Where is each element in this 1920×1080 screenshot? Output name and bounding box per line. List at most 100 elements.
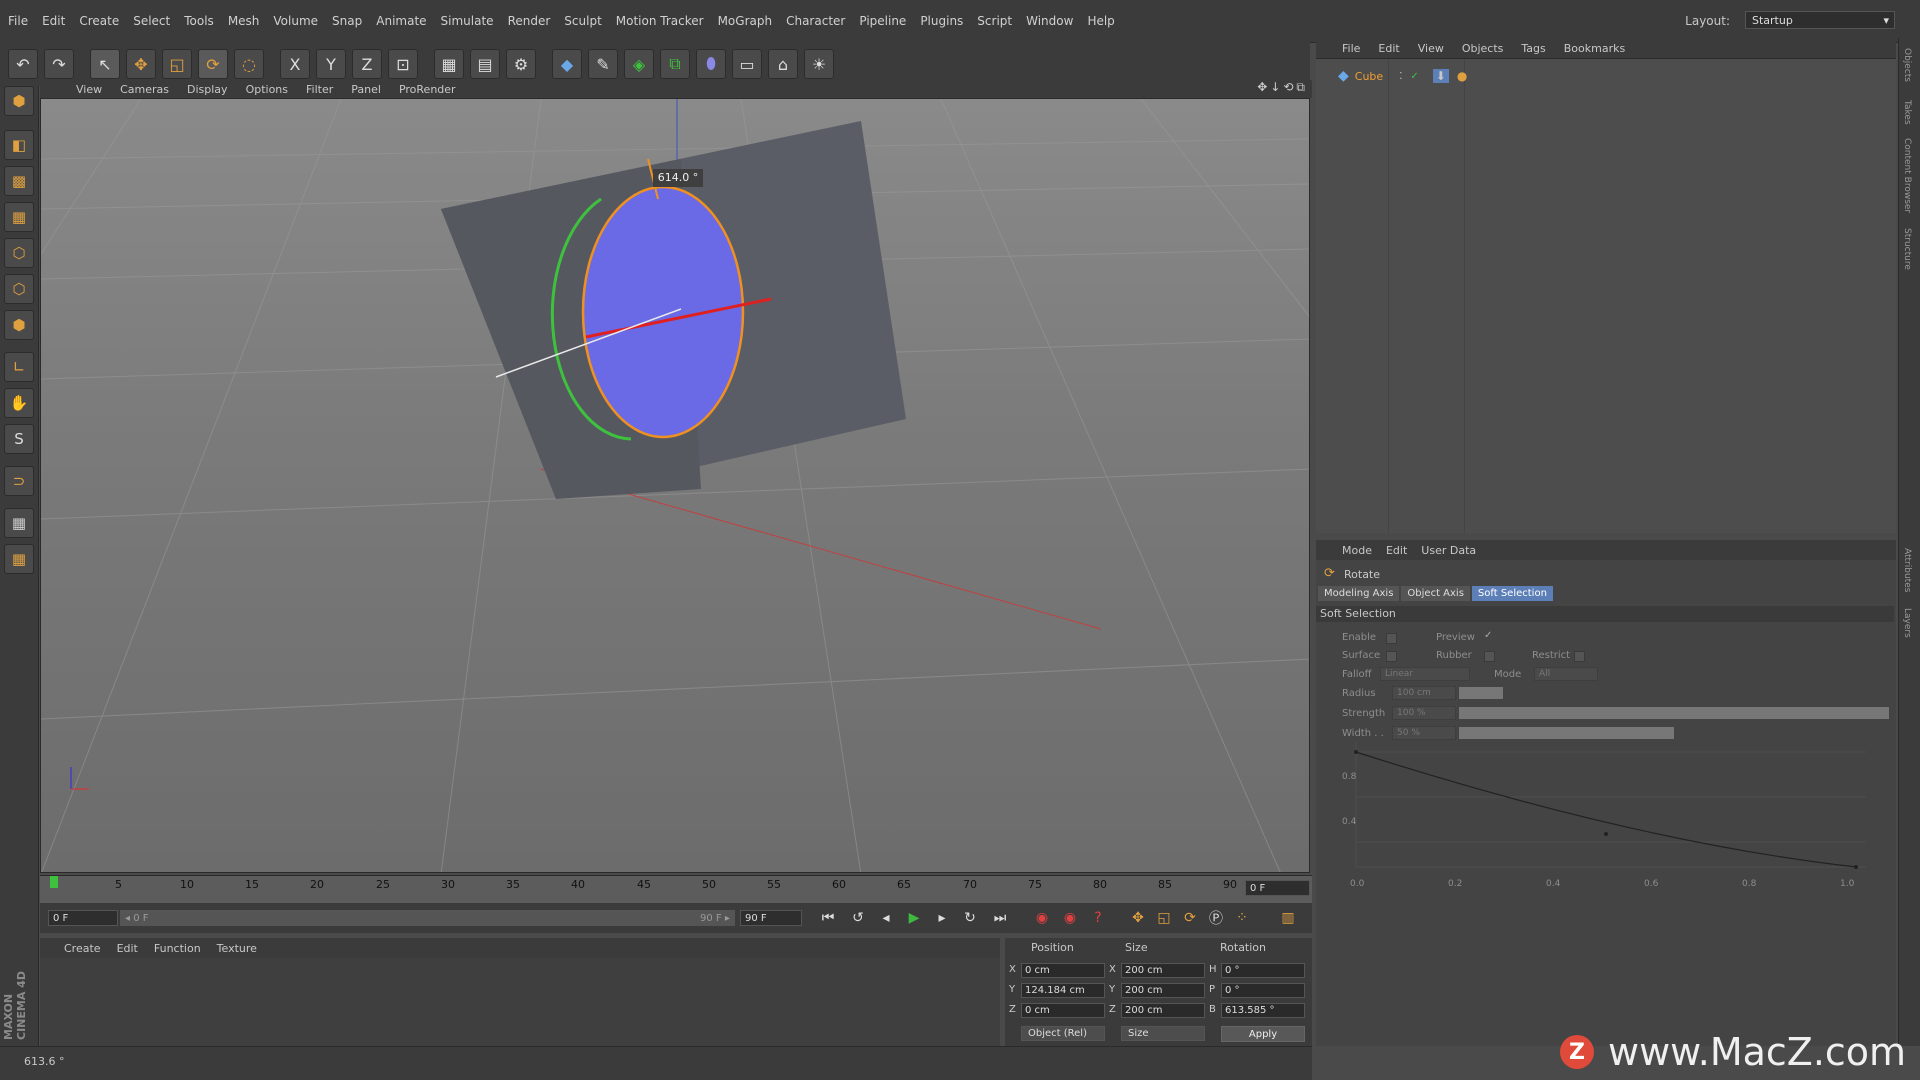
- menu-mesh[interactable]: Mesh: [228, 14, 260, 28]
- subdivision-icon[interactable]: ◈: [624, 49, 654, 79]
- falloff-graph[interactable]: 0.8 0.4 0.0 0.2 0.4 0.6 0.8 1.0: [1336, 742, 1876, 892]
- om-menu-tags[interactable]: Tags: [1521, 42, 1545, 55]
- material-tag-icon[interactable]: ●: [1457, 69, 1467, 83]
- coordinate-system-icon[interactable]: ⊡: [388, 49, 418, 79]
- camera-icon[interactable]: ⌂: [768, 49, 798, 79]
- om-menu-view[interactable]: View: [1418, 42, 1444, 55]
- strength-slider[interactable]: [1459, 707, 1889, 719]
- points-mode-icon[interactable]: ⬡: [4, 238, 34, 268]
- om-menu-objects[interactable]: Objects: [1462, 42, 1504, 55]
- planar-workplane-icon[interactable]: ▦: [4, 544, 34, 574]
- curve-knot[interactable]: [1354, 750, 1358, 754]
- tab-content-browser[interactable]: Content Browser: [1902, 138, 1912, 213]
- recent-tools-icon[interactable]: ◌: [234, 49, 264, 79]
- tab-objects[interactable]: Objects: [1902, 48, 1912, 82]
- menu-file[interactable]: File: [8, 14, 28, 28]
- preview-checkbox[interactable]: ✓: [1484, 630, 1492, 641]
- om-menu-edit[interactable]: Edit: [1378, 42, 1399, 55]
- cloner-icon[interactable]: ⧉: [660, 49, 690, 79]
- coordinate-mode-dropdown[interactable]: Object (Rel): [1021, 1026, 1105, 1041]
- tag-icon[interactable]: ⬇: [1432, 69, 1449, 83]
- tab-modeling-axis[interactable]: Modeling Axis: [1318, 586, 1400, 601]
- keyframe-selection-icon[interactable]: ?: [1086, 906, 1110, 930]
- previous-frame-icon[interactable]: ◂: [874, 906, 898, 930]
- material-menu-texture[interactable]: Texture: [217, 942, 257, 955]
- size-y-field[interactable]: 200 cm: [1121, 983, 1205, 998]
- viewport-menu-filter[interactable]: Filter: [306, 83, 333, 96]
- material-manager-area[interactable]: [40, 958, 1000, 1046]
- material-menu-function[interactable]: Function: [154, 942, 201, 955]
- viewport-navigation-icons[interactable]: ✥↓⟲⧉: [1257, 80, 1308, 95]
- menu-volume[interactable]: Volume: [273, 14, 318, 28]
- tweak-mode-icon[interactable]: ✋: [4, 388, 34, 418]
- menu-character[interactable]: Character: [786, 14, 845, 28]
- record-parameter-icon[interactable]: Ⓟ: [1204, 906, 1228, 930]
- record-rotation-icon[interactable]: ⟳: [1178, 906, 1202, 930]
- tab-structure[interactable]: Structure: [1902, 228, 1912, 270]
- polygons-mode-icon[interactable]: ⬢: [4, 310, 34, 340]
- rotate-icon[interactable]: ⟳: [198, 49, 228, 79]
- play-icon[interactable]: ▶: [902, 906, 926, 930]
- tab-attributes[interactable]: Attributes: [1902, 548, 1912, 592]
- timeline-ruler[interactable]: 0 5 10 15 20 25 30 35 40 45 50 55 60 65 …: [40, 875, 1312, 904]
- size-x-field[interactable]: 200 cm: [1121, 963, 1205, 978]
- go-to-end-icon[interactable]: ⏭: [988, 906, 1012, 930]
- model-mode-icon[interactable]: ◧: [4, 130, 34, 160]
- rotation-p-field[interactable]: 0 °: [1221, 983, 1305, 998]
- viewport-menu-display[interactable]: Display: [187, 83, 228, 96]
- record-active-objects-icon[interactable]: ◉: [1030, 906, 1054, 930]
- menu-select[interactable]: Select: [133, 14, 170, 28]
- solo-icon[interactable]: S: [4, 424, 34, 454]
- next-key-icon[interactable]: ↻: [958, 906, 982, 930]
- rotation-h-field[interactable]: 0 °: [1221, 963, 1305, 978]
- workplane-icon[interactable]: ▦: [4, 202, 34, 232]
- record-position-icon[interactable]: ✥: [1126, 906, 1150, 930]
- preview-range-slider[interactable]: [215, 910, 735, 926]
- viewport-menu-cameras[interactable]: Cameras: [120, 83, 169, 96]
- menu-tools[interactable]: Tools: [184, 14, 214, 28]
- menu-script[interactable]: Script: [977, 14, 1012, 28]
- playhead[interactable]: [50, 876, 58, 888]
- apply-button[interactable]: Apply: [1221, 1026, 1305, 1042]
- menu-sculpt[interactable]: Sculpt: [564, 14, 601, 28]
- width-slider[interactable]: [1459, 727, 1674, 739]
- surface-checkbox[interactable]: [1386, 651, 1397, 662]
- om-menu-file[interactable]: File: [1342, 42, 1360, 55]
- tab-soft-selection[interactable]: Soft Selection: [1471, 586, 1553, 601]
- edit-render-settings-icon[interactable]: ⚙: [506, 49, 536, 79]
- menu-pipeline[interactable]: Pipeline: [859, 14, 906, 28]
- go-to-start-icon[interactable]: ⏮: [816, 906, 840, 930]
- width-field[interactable]: 50 %: [1392, 726, 1456, 740]
- record-scale-icon[interactable]: ◱: [1152, 906, 1176, 930]
- z-axis-lock-button[interactable]: Z: [352, 49, 382, 79]
- menu-mograph[interactable]: MoGraph: [718, 14, 773, 28]
- max-frame-field[interactable]: 90 F: [740, 910, 802, 926]
- record-point-level-icon[interactable]: ⁘: [1230, 906, 1254, 930]
- menu-motion-tracker[interactable]: Motion Tracker: [616, 14, 704, 28]
- rotation-b-field[interactable]: 613.585 °: [1221, 1003, 1305, 1018]
- menu-create[interactable]: Create: [79, 14, 119, 28]
- position-z-field[interactable]: 0 cm: [1021, 1003, 1105, 1018]
- snap-icon[interactable]: ⊃: [4, 466, 34, 496]
- falloff-dropdown[interactable]: Linear: [1380, 667, 1470, 681]
- render-to-picture-viewer-icon[interactable]: ▤: [470, 49, 500, 79]
- cube-primitive-icon[interactable]: ◆: [552, 49, 582, 79]
- y-axis-lock-button[interactable]: Y: [316, 49, 346, 79]
- viewport-menu-panel[interactable]: Panel: [351, 83, 381, 96]
- size-z-field[interactable]: 200 cm: [1121, 1003, 1205, 1018]
- object-name[interactable]: Cube: [1355, 70, 1383, 83]
- render-view-icon[interactable]: ▦: [434, 49, 464, 79]
- attr-menu-mode[interactable]: Mode: [1342, 544, 1372, 557]
- radius-field[interactable]: 100 cm: [1392, 686, 1456, 700]
- move-icon[interactable]: ✥: [126, 49, 156, 79]
- attr-menu-user-data[interactable]: User Data: [1421, 544, 1476, 557]
- viewport-menu-prorender[interactable]: ProRender: [399, 83, 456, 96]
- menu-render[interactable]: Render: [508, 14, 551, 28]
- object-row-cube[interactable]: ◆ Cube ⁚ ✓ ⬇ ●: [1338, 67, 1467, 85]
- attr-menu-edit[interactable]: Edit: [1386, 544, 1407, 557]
- light-icon[interactable]: ☀: [804, 49, 834, 79]
- curve-knot[interactable]: [1854, 865, 1858, 869]
- axis-mode-icon[interactable]: ∟: [4, 352, 34, 382]
- redo-icon[interactable]: ↷: [44, 49, 74, 79]
- deformer-icon[interactable]: ⬮: [696, 49, 726, 79]
